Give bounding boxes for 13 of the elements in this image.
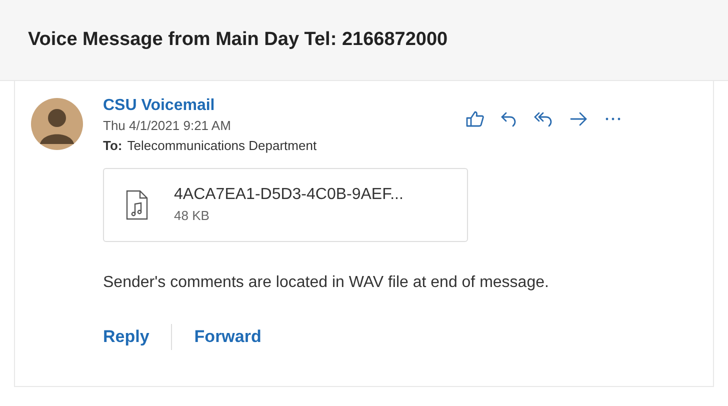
sender-name[interactable]: CSU Voicemail: [103, 95, 433, 116]
audio-file-icon: [126, 190, 148, 220]
attachment-size: 48 KB: [174, 207, 210, 225]
reply-link[interactable]: Forward: [194, 327, 262, 347]
to-label: To:: [103, 138, 122, 153]
message-body: Sender's comments are located in WAV file at end of message.: [103, 274, 550, 292]
avatar-icon: [31, 98, 83, 150]
email-subject: Voice Message from Main Day Tel: 2166872000: [28, 29, 448, 51]
recipient: Telecommunications Department: [127, 138, 317, 153]
attachment-name: 4ACA7EA1-D5D3-4C0B-9AEF...: [174, 185, 404, 205]
reply-link[interactable]: Reply: [103, 327, 150, 347]
sent-date: Thu 4/1/2021 9:21 AM: [103, 117, 232, 135]
attachment-card[interactable]: 4ACA7EA1-D5D3-4C0B-9AEF... 48 KB: [103, 168, 468, 242]
